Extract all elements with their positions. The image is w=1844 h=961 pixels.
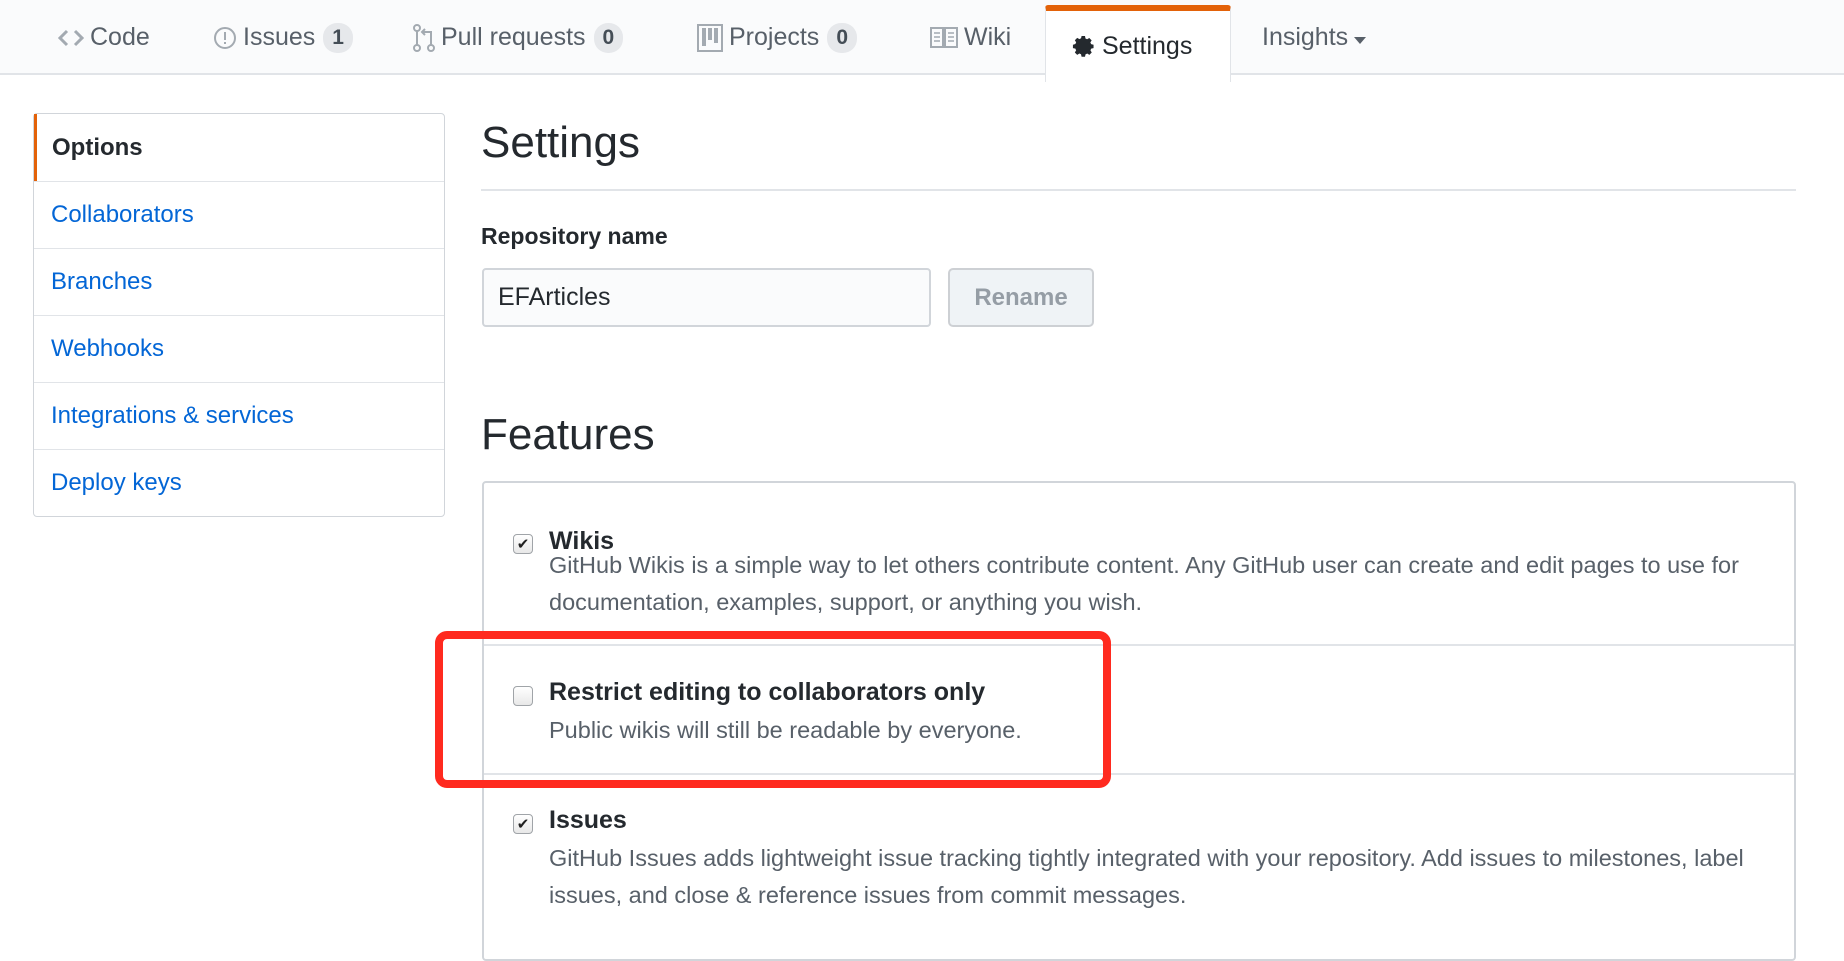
- tab-label: Settings: [1102, 32, 1193, 60]
- sidebar-item-label: Branches: [51, 268, 153, 295]
- sidebar-item-label: Integrations & services: [51, 402, 294, 429]
- sidebar-item-branches[interactable]: Branches: [34, 248, 444, 315]
- sidebar-item-label: Collaborators: [51, 201, 194, 228]
- sidebar-item-label: Options: [52, 133, 143, 161]
- tab-settings[interactable]: Settings: [1045, 5, 1231, 82]
- tab-issues[interactable]: Issues 1: [213, 0, 353, 75]
- feature-description: GitHub Issues adds lightweight issue tra…: [549, 845, 1744, 908]
- tab-label: Wiki: [964, 23, 1012, 51]
- triangle-down-icon: [1354, 23, 1367, 52]
- sidebar-item-integrations[interactable]: Integrations & services: [34, 382, 444, 449]
- tab-label: Code: [90, 23, 150, 51]
- feature-divider: [484, 773, 1794, 775]
- sidebar-item-webhooks[interactable]: Webhooks: [34, 315, 444, 382]
- tab-label: Projects: [729, 23, 820, 51]
- tab-wiki[interactable]: Wiki: [930, 0, 1011, 75]
- tab-insights[interactable]: Insights: [1262, 0, 1367, 75]
- pull-requests-count: 0: [593, 22, 624, 53]
- features-heading: Features: [481, 410, 655, 459]
- sidebar-item-label: Webhooks: [51, 335, 164, 362]
- repo-name-value: EFArticles: [498, 283, 611, 311]
- project-icon: [697, 23, 723, 52]
- feature-description: Public wikis will still be readable by e…: [549, 717, 1022, 743]
- sidebar-item-label: Deploy keys: [51, 469, 182, 496]
- feature-title: Restrict editing to collaborators only: [549, 678, 986, 706]
- sidebar-item-deploy-keys[interactable]: Deploy keys: [34, 449, 444, 516]
- rename-button[interactable]: Rename: [948, 268, 1094, 327]
- tab-code[interactable]: Code: [58, 0, 150, 75]
- page-title: Settings: [481, 118, 640, 167]
- projects-count: 0: [827, 22, 857, 53]
- issue-opened-icon: [213, 26, 237, 50]
- features-box: ✔ Wikis GitHub Wikis is a simple way to …: [482, 481, 1796, 961]
- repo-nav: Code Issues 1 Pull requests 0 Projects 0…: [0, 0, 1844, 82]
- wikis-checkbox[interactable]: ✔: [513, 534, 533, 554]
- tab-projects[interactable]: Projects 0: [697, 0, 857, 75]
- book-icon: [930, 26, 958, 50]
- tab-label: Pull requests: [441, 23, 586, 51]
- repo-name-label: Repository name: [481, 223, 668, 249]
- sidebar-item-options[interactable]: Options: [34, 114, 444, 181]
- repo-name-input[interactable]: EFArticles: [482, 268, 931, 327]
- tab-pull-requests[interactable]: Pull requests 0: [413, 0, 624, 75]
- settings-sidebar: Options Collaborators Branches Webhooks …: [33, 113, 445, 517]
- title-divider: [481, 189, 1796, 191]
- git-pull-request-icon: [413, 23, 435, 52]
- tab-label: Insights: [1262, 23, 1349, 51]
- code-icon: [58, 28, 84, 48]
- issues-count: 1: [323, 22, 353, 53]
- restrict-editing-checkbox[interactable]: [513, 686, 533, 706]
- sidebar-item-collaborators[interactable]: Collaborators: [34, 181, 444, 248]
- feature-divider: [484, 644, 1794, 646]
- feature-title: Issues: [549, 806, 627, 834]
- feature-description: GitHub Wikis is a simple way to let othe…: [549, 552, 1739, 615]
- issues-checkbox[interactable]: ✔: [513, 814, 533, 834]
- gear-icon: [1072, 34, 1096, 60]
- tab-label: Issues: [243, 23, 316, 51]
